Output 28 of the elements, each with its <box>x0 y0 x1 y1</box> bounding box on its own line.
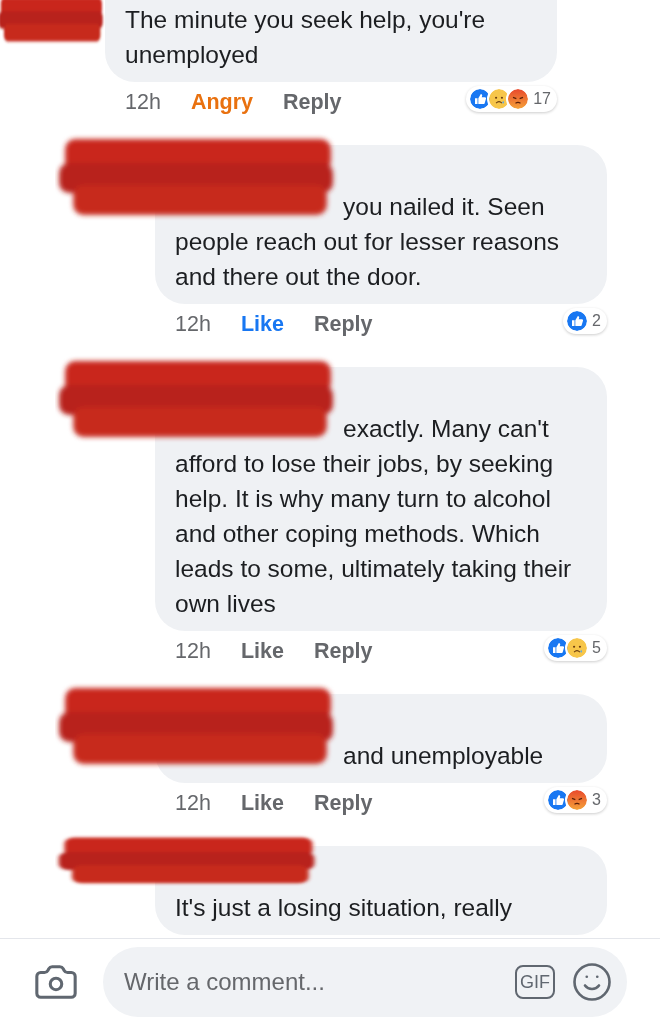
reaction-link[interactable]: Angry <box>190 85 253 119</box>
reply-link[interactable]: Reply <box>283 85 342 119</box>
gif-button[interactable]: GIF <box>515 964 555 999</box>
emoji-icon[interactable] <box>571 960 613 1003</box>
reply-link[interactable]: Reply <box>313 786 373 820</box>
comment-time: 12h <box>175 637 211 665</box>
comment-time: 12h <box>175 789 211 817</box>
reaction-link[interactable]: Like <box>240 307 284 341</box>
reaction-count: 2 <box>592 311 601 331</box>
reply-link[interactable]: Reply <box>313 634 373 668</box>
comment-text: you nailed it. Seen people reach out for lesser reasons and there out the door. <box>175 192 561 292</box>
comment-text: exactly. Many can't afford to lose their jobs, by seeking help. It is why many turn to alcohol and other coping methods. Which leads to some, ultimately taking their own lives <box>175 414 573 619</box>
comment-text: and unemployable <box>342 741 545 771</box>
reaction-count: 17 <box>533 89 551 109</box>
reaction-count: 3 <box>592 790 601 810</box>
comment-time: 12h <box>175 310 211 338</box>
reaction-summary[interactable]: 3 <box>544 787 607 813</box>
reaction-link[interactable]: Like <box>240 634 284 668</box>
comment-text: The minute you seek help, you're unemployed <box>125 5 487 70</box>
reaction-link[interactable]: Like <box>240 786 284 820</box>
reaction-count: 5 <box>592 638 601 658</box>
comment-time: 12h <box>125 88 161 116</box>
comment-input[interactable]: Write a comment... GIF <box>103 946 627 1017</box>
reply-link[interactable]: Reply <box>313 307 373 341</box>
reaction-summary[interactable]: 17 <box>466 86 557 112</box>
comment-text: It's just a losing situation, really <box>175 893 513 923</box>
reaction-summary[interactable]: 2 <box>563 308 607 334</box>
reaction-summary[interactable]: 5 <box>544 635 607 661</box>
